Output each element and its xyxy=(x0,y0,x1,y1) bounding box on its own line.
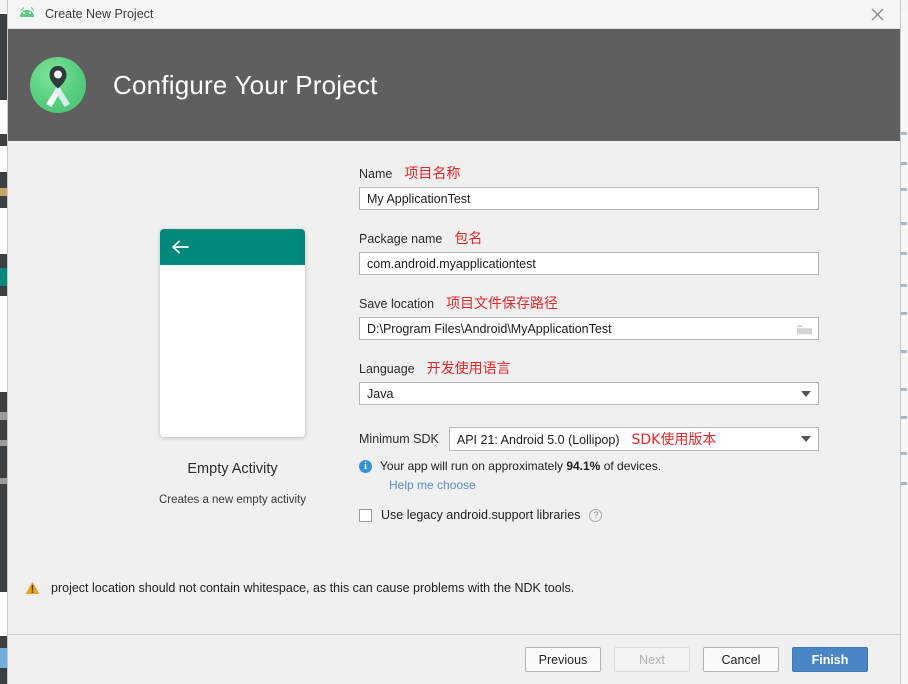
close-icon[interactable] xyxy=(854,0,900,28)
preview-appbar xyxy=(160,229,305,265)
next-button: Next xyxy=(614,647,690,672)
page-title: Configure Your Project xyxy=(113,69,378,100)
chevron-down-icon xyxy=(801,436,811,442)
finish-button[interactable]: Finish xyxy=(792,647,868,672)
template-preview-card xyxy=(160,229,305,437)
save-location-input[interactable]: D:\Program Files\Android\MyApplicationTe… xyxy=(359,317,819,340)
create-new-project-dialog: Create New Project Configure Your Projec… xyxy=(8,0,900,684)
package-name-label-row: Package name 包名 xyxy=(359,228,819,247)
dialog-header: Configure Your Project xyxy=(8,29,900,141)
project-form: Name 项目名称 My ApplicationTest Package nam… xyxy=(359,163,819,522)
warning-text: project location should not contain whit… xyxy=(51,581,575,595)
package-name-input[interactable]: com.android.myapplicationtest xyxy=(359,252,819,275)
template-description: Creates a new empty activity xyxy=(158,494,306,506)
minimum-sdk-row: Minimum SDK API 21: Android 5.0 (Lollipo… xyxy=(359,427,819,451)
dialog-title: Create New Project xyxy=(45,7,154,21)
help-me-choose-link[interactable]: Help me choose xyxy=(389,478,819,492)
save-location-annotation: 项目文件保存路径 xyxy=(446,296,559,312)
minimum-sdk-select[interactable]: API 21: Android 5.0 (Lollipop) SDK使用版本 xyxy=(448,427,819,451)
minimum-sdk-label: Minimum SDK xyxy=(359,432,439,446)
name-label-row: Name 项目名称 xyxy=(359,163,819,182)
android-studio-logo xyxy=(30,57,86,113)
language-label: Language xyxy=(359,362,415,376)
cancel-button[interactable]: Cancel xyxy=(703,647,779,672)
package-name-input-value: com.android.myapplicationtest xyxy=(367,256,536,271)
name-input[interactable]: My ApplicationTest xyxy=(359,187,819,210)
dialog-footer: Previous Next Cancel Finish xyxy=(8,634,900,684)
template-name: Empty Activity xyxy=(187,461,278,477)
chevron-down-icon xyxy=(801,390,811,397)
folder-icon[interactable] xyxy=(790,318,818,339)
save-location-input-value: D:\Program Files\Android\MyApplicationTe… xyxy=(367,321,612,336)
language-select[interactable]: Java xyxy=(359,382,819,405)
warning-triangle-icon xyxy=(25,581,40,594)
save-location-label-row: Save location 项目文件保存路径 xyxy=(359,293,819,312)
package-name-annotation: 包名 xyxy=(454,231,483,247)
android-robot-icon xyxy=(18,7,36,21)
legacy-libraries-row: Use legacy android.support libraries ? xyxy=(359,508,819,522)
info-icon: i xyxy=(359,459,372,473)
name-annotation: 项目名称 xyxy=(404,166,461,182)
name-label: Name xyxy=(359,167,393,181)
warning-message: project location should not contain whit… xyxy=(25,581,574,595)
dialog-titlebar: Create New Project xyxy=(8,0,900,29)
sdk-info-text-after: of devices. xyxy=(600,459,662,473)
save-location-label: Save location xyxy=(359,297,435,311)
legacy-libraries-checkbox[interactable] xyxy=(359,508,372,522)
package-name-label: Package name xyxy=(359,232,443,246)
language-label-row: Language 开发使用语言 xyxy=(359,358,819,377)
minimum-sdk-select-value: API 21: Android 5.0 (Lollipop) xyxy=(456,433,620,447)
language-annotation: 开发使用语言 xyxy=(426,361,511,377)
sdk-info-percent: 94.1% xyxy=(566,459,601,473)
minimum-sdk-annotation: SDK使用版本 xyxy=(631,432,717,448)
sdk-info-text-before: Your app will run on approximately xyxy=(380,459,567,473)
previous-button[interactable]: Previous xyxy=(525,647,601,672)
arrow-left-icon xyxy=(172,240,189,254)
sdk-coverage-info: i Your app will run on approximately 94.… xyxy=(359,459,819,473)
question-mark-icon[interactable]: ? xyxy=(589,508,603,522)
language-select-value: Java xyxy=(367,386,394,401)
template-preview: Empty Activity Creates a new empty activ… xyxy=(151,229,314,506)
name-input-value: My ApplicationTest xyxy=(367,191,471,206)
legacy-libraries-label: Use legacy android.support libraries xyxy=(381,508,581,522)
dialog-body: Empty Activity Creates a new empty activ… xyxy=(8,141,900,634)
